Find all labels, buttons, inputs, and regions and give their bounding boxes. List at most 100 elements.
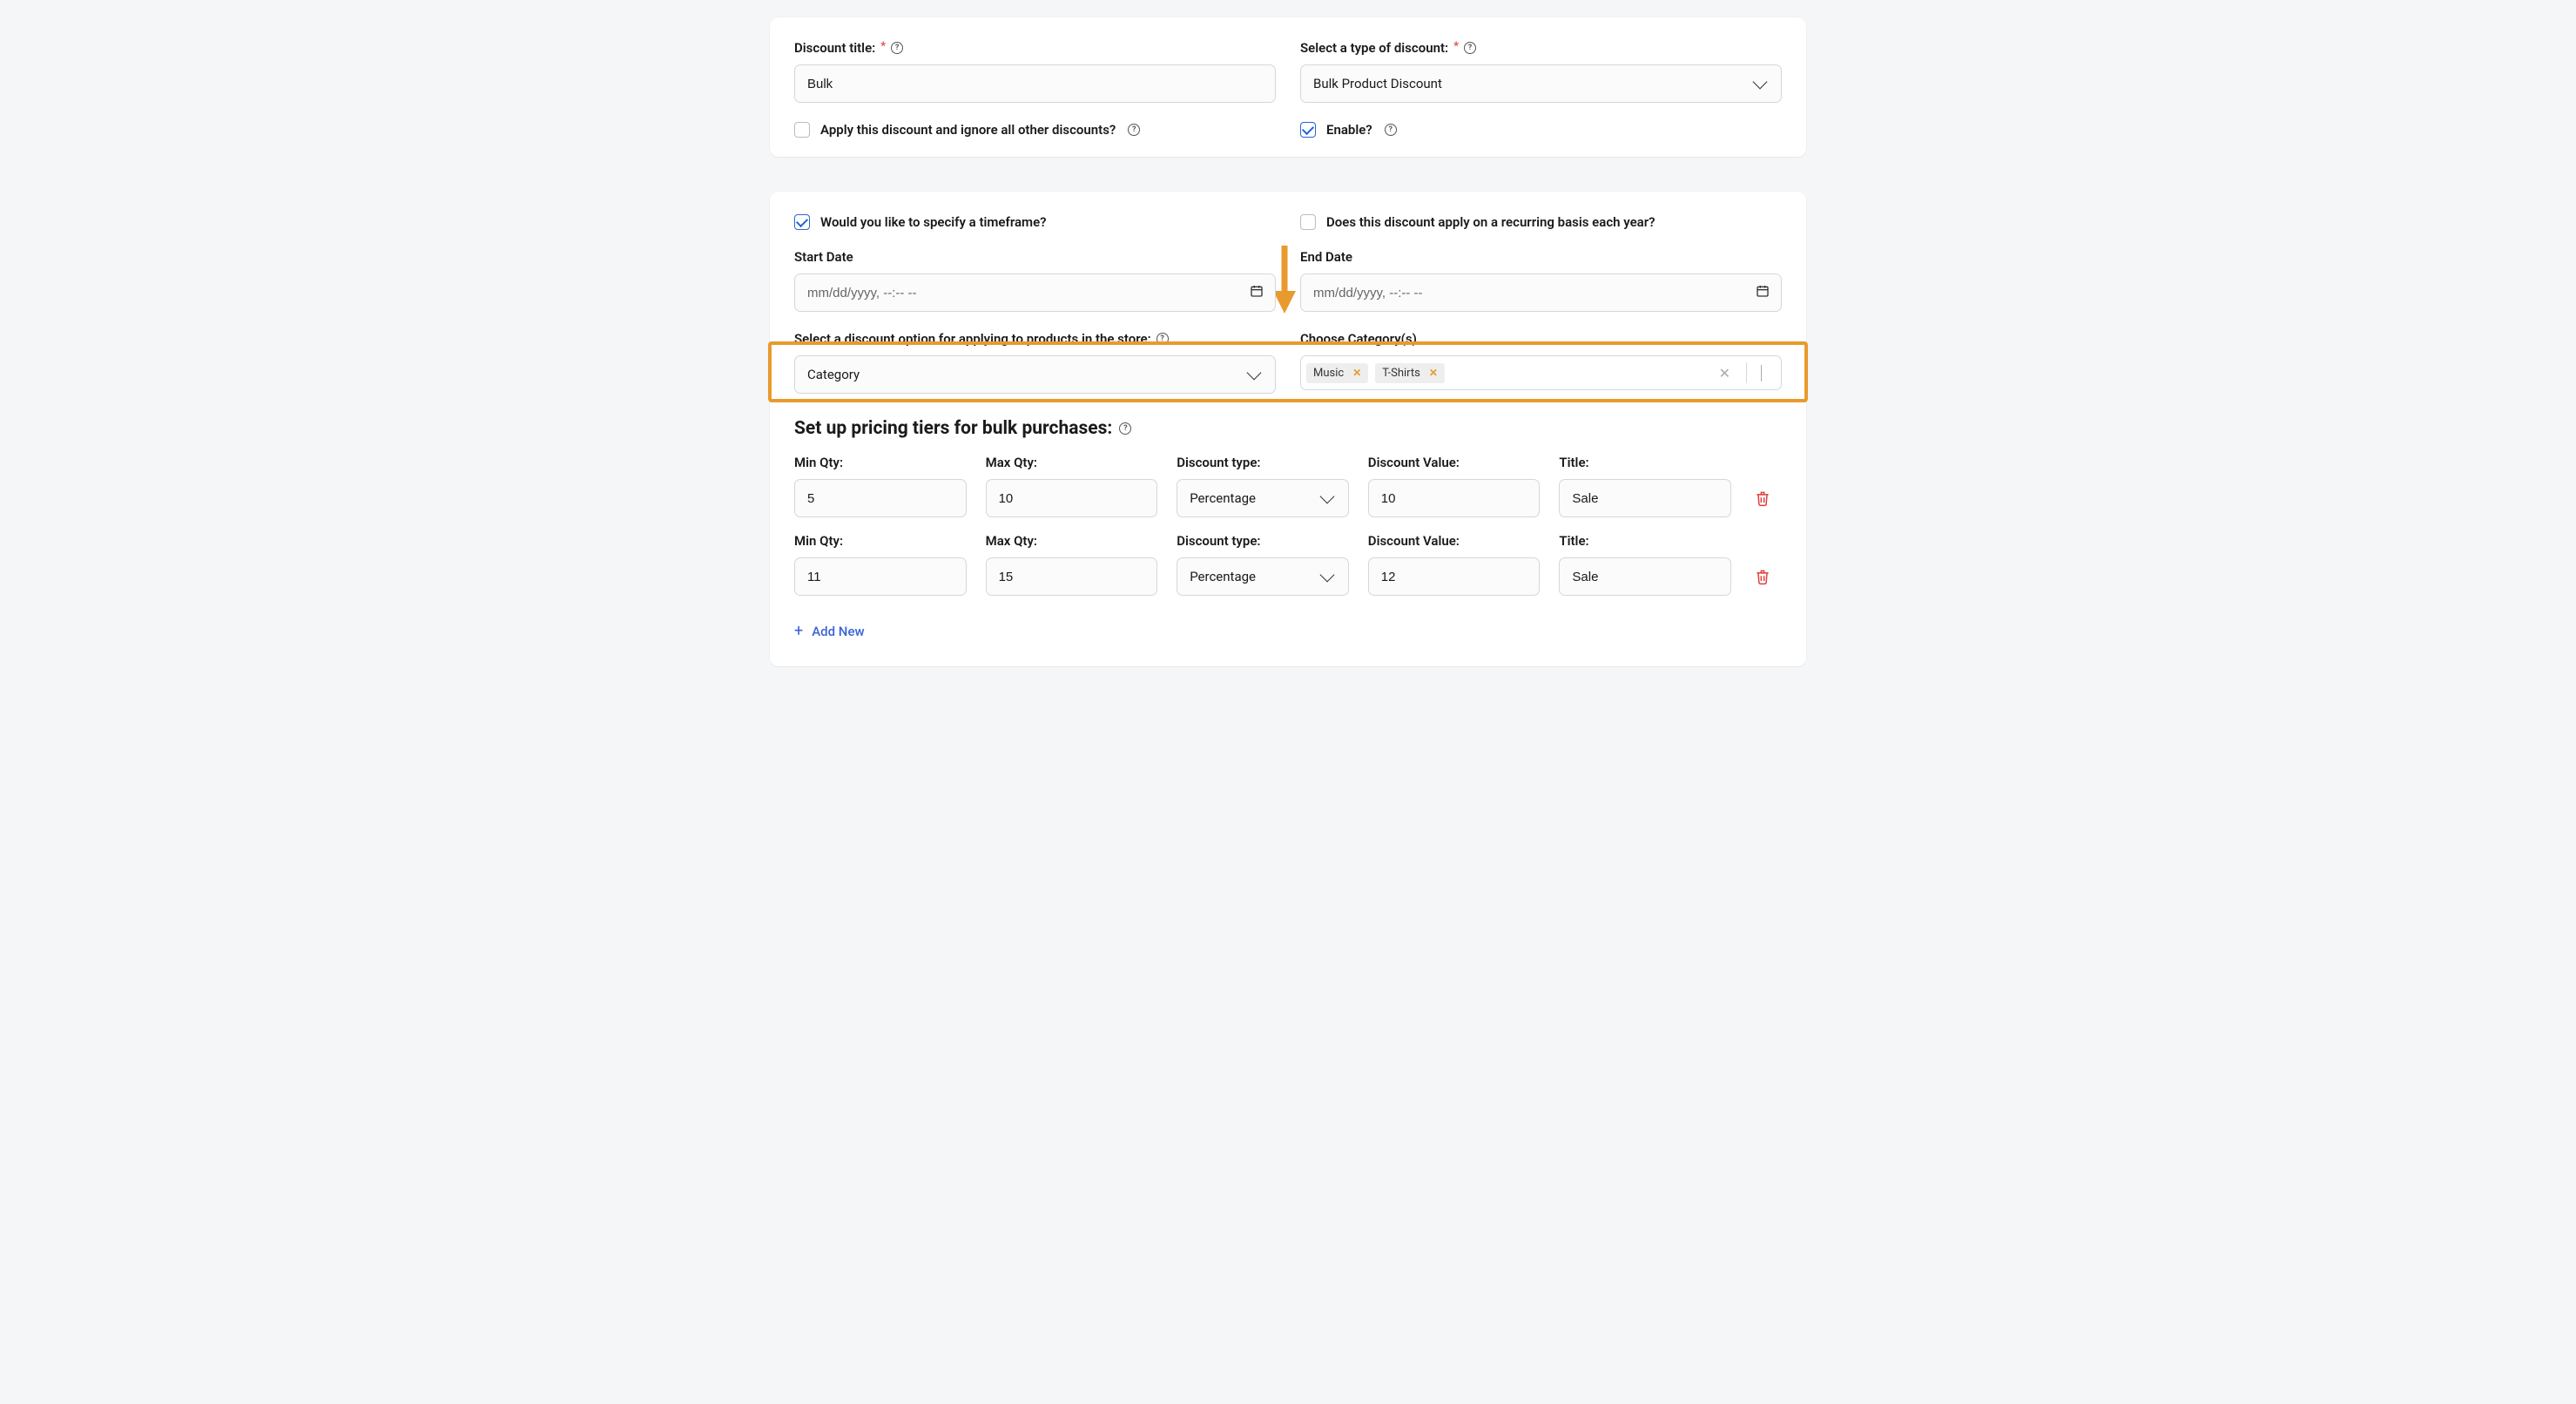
discount-option-select[interactable]: Category: [794, 355, 1276, 394]
discount-option-label: Select a discount option for applying to…: [794, 331, 1276, 347]
max-qty-input[interactable]: [986, 479, 1158, 517]
max-qty-input[interactable]: [986, 557, 1158, 596]
choose-category-label: Choose Category(s): [1300, 331, 1782, 347]
start-date-field: Start Date: [794, 249, 1276, 312]
calendar-icon[interactable]: [1250, 284, 1264, 301]
trash-icon: [1754, 489, 1771, 508]
tier-discount-type-value: Percentage: [1190, 490, 1256, 506]
ignore-others-label: Apply this discount and ignore all other…: [820, 122, 1116, 138]
info-icon[interactable]: ?: [1128, 124, 1140, 136]
info-icon[interactable]: ?: [1464, 42, 1476, 54]
min-qty-field: Min Qty:: [794, 533, 967, 596]
discount-title-input[interactable]: [794, 64, 1276, 103]
timeframe-checkbox[interactable]: [794, 214, 810, 230]
required-asterisk-icon: *: [880, 40, 886, 53]
chevron-down-icon: [1319, 568, 1334, 583]
chevron-down-icon: [1319, 489, 1334, 504]
highlight-annotation: Select a discount option for applying to…: [794, 331, 1782, 394]
remove-tag-icon[interactable]: ✕: [1352, 367, 1361, 379]
discount-type-label: Select a type of discount: * ?: [1300, 40, 1782, 56]
discount-type-field: Discount type: Percentage: [1177, 533, 1349, 596]
discount-type-value: Bulk Product Discount: [1313, 76, 1442, 91]
tiers-heading: Set up pricing tiers for bulk purchases:…: [794, 418, 1782, 439]
tier-title-label: Title:: [1559, 455, 1731, 470]
enable-checkbox-row[interactable]: Enable? ?: [1300, 122, 1782, 138]
max-qty-field: Max Qty:: [986, 533, 1158, 596]
trash-icon: [1754, 567, 1771, 586]
end-date-label: End Date: [1300, 249, 1782, 265]
min-qty-label: Min Qty:: [794, 455, 967, 470]
timeframe-checkbox-row[interactable]: Would you like to specify a timeframe?: [794, 214, 1276, 230]
info-icon[interactable]: ?: [891, 42, 903, 54]
calendar-icon[interactable]: [1756, 284, 1770, 301]
category-tag: Music ✕: [1306, 363, 1368, 383]
chevron-down-icon: [1753, 75, 1768, 90]
min-qty-field: Min Qty:: [794, 455, 967, 517]
timeframe-label: Would you like to specify a timeframe?: [820, 214, 1047, 230]
end-date-field: End Date: [1300, 249, 1782, 312]
min-qty-label: Min Qty:: [794, 533, 967, 549]
discount-value-field: Discount Value:: [1368, 455, 1541, 517]
info-icon[interactable]: ?: [1157, 333, 1169, 345]
delete-tier-button[interactable]: [1750, 557, 1775, 596]
recurring-checkbox-row[interactable]: Does this discount apply on a recurring …: [1300, 214, 1782, 230]
tier-discount-type-select[interactable]: Percentage: [1177, 479, 1349, 517]
max-qty-label: Max Qty:: [986, 533, 1158, 549]
discount-basics-card: Discount title: * ? Select a type of dis…: [770, 17, 1806, 157]
tier-title-input[interactable]: [1559, 557, 1731, 596]
discount-type-label: Discount type:: [1177, 455, 1349, 470]
tier-title-field: Title:: [1559, 533, 1731, 596]
start-date-input[interactable]: [794, 273, 1276, 312]
tier-title-input[interactable]: [1559, 479, 1731, 517]
start-date-label: Start Date: [794, 249, 1276, 265]
plus-icon: +: [794, 622, 803, 640]
recurring-label: Does this discount apply on a recurring …: [1326, 214, 1656, 230]
tier-row: Min Qty: Max Qty: Discount type: Percent…: [794, 455, 1782, 517]
discount-option-field: Select a discount option for applying to…: [794, 331, 1276, 394]
tier-discount-type-select[interactable]: Percentage: [1177, 557, 1349, 596]
enable-checkbox[interactable]: [1300, 122, 1316, 138]
clear-all-icon[interactable]: ✕: [1710, 365, 1739, 381]
required-asterisk-icon: *: [1453, 40, 1459, 53]
ignore-others-checkbox-row[interactable]: Apply this discount and ignore all other…: [794, 122, 1276, 138]
remove-tag-icon[interactable]: ✕: [1429, 367, 1438, 379]
discount-value-label: Discount Value:: [1368, 533, 1541, 549]
divider: [1746, 362, 1747, 383]
category-tag-label: T-Shirts: [1382, 367, 1420, 380]
discount-value-input[interactable]: [1368, 557, 1541, 596]
category-tag: T-Shirts ✕: [1375, 363, 1445, 383]
discount-type-field: Select a type of discount: * ? Bulk Prod…: [1300, 40, 1782, 103]
min-qty-input[interactable]: [794, 557, 967, 596]
discount-option-value: Category: [807, 367, 860, 382]
discount-value-field: Discount Value:: [1368, 533, 1541, 596]
open-dropdown-button[interactable]: [1754, 365, 1776, 381]
discount-details-card: Would you like to specify a timeframe? D…: [770, 192, 1806, 666]
max-qty-field: Max Qty:: [986, 455, 1158, 517]
category-tag-label: Music: [1313, 367, 1344, 380]
tier-row: Min Qty: Max Qty: Discount type: Percent…: [794, 533, 1782, 596]
choose-category-field: Choose Category(s) Music ✕ T-Shirts ✕ ✕: [1300, 331, 1782, 390]
add-new-tier-button[interactable]: + Add New: [794, 622, 865, 640]
delete-tier-button[interactable]: [1750, 479, 1775, 517]
recurring-checkbox[interactable]: [1300, 214, 1316, 230]
ignore-others-checkbox[interactable]: [794, 122, 810, 138]
chevron-down-icon: [1761, 365, 1762, 381]
end-date-input[interactable]: [1300, 273, 1782, 312]
info-icon[interactable]: ?: [1385, 124, 1397, 136]
tier-discount-type-value: Percentage: [1190, 569, 1256, 584]
discount-type-field: Discount type: Percentage: [1177, 455, 1349, 517]
discount-value-input[interactable]: [1368, 479, 1541, 517]
category-multiselect[interactable]: Music ✕ T-Shirts ✕ ✕: [1300, 355, 1782, 390]
discount-title-label: Discount title: * ?: [794, 40, 1276, 56]
min-qty-input[interactable]: [794, 479, 967, 517]
tier-title-label: Title:: [1559, 533, 1731, 549]
discount-type-select[interactable]: Bulk Product Discount: [1300, 64, 1782, 103]
tier-title-field: Title:: [1559, 455, 1731, 517]
discount-value-label: Discount Value:: [1368, 455, 1541, 470]
info-icon[interactable]: ?: [1119, 422, 1131, 435]
chevron-down-icon: [1247, 366, 1262, 381]
enable-label: Enable?: [1326, 122, 1372, 138]
discount-title-field: Discount title: * ?: [794, 40, 1276, 103]
max-qty-label: Max Qty:: [986, 455, 1158, 470]
discount-type-label: Discount type:: [1177, 533, 1349, 549]
